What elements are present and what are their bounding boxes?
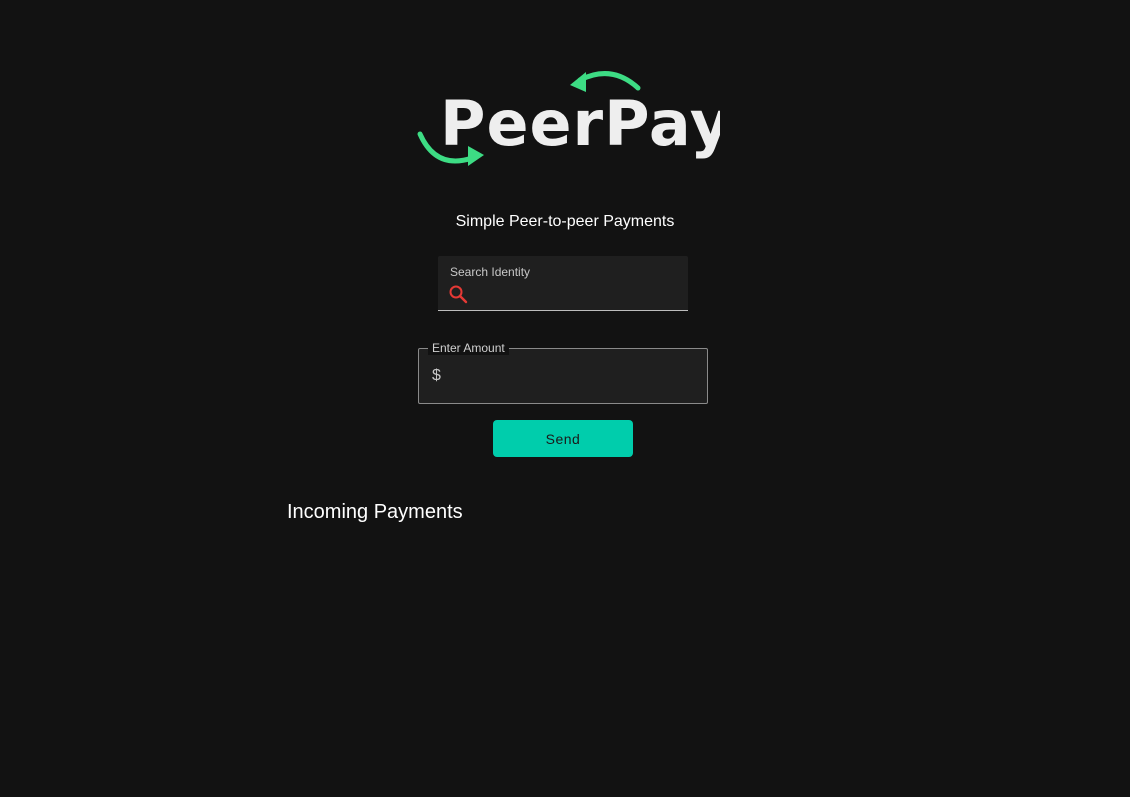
search-identity-field[interactable]: Search Identity bbox=[438, 256, 688, 311]
currency-prefix: $ bbox=[432, 367, 441, 384]
logo-wordmark: PeerPay bbox=[440, 87, 720, 160]
tagline: Simple Peer-to-peer Payments bbox=[455, 213, 675, 230]
peerpay-page: PeerPay Simple Peer-to-peer Payments Sea… bbox=[0, 0, 1130, 797]
enter-amount-field[interactable]: Enter Amount $ bbox=[418, 341, 708, 404]
logo-top-arrow-icon bbox=[577, 71, 641, 91]
enter-amount-label: Enter Amount bbox=[428, 341, 509, 355]
logo-graphic: PeerPay bbox=[417, 71, 720, 166]
search-icon bbox=[449, 285, 468, 304]
incoming-payments-heading: Incoming Payments bbox=[287, 501, 463, 523]
search-identity-label: Search Identity bbox=[450, 265, 531, 279]
amount-input[interactable] bbox=[449, 366, 689, 386]
peerpay-logo: PeerPay bbox=[410, 66, 720, 176]
send-button[interactable]: Send bbox=[493, 420, 633, 457]
search-identity-input[interactable] bbox=[474, 284, 674, 304]
